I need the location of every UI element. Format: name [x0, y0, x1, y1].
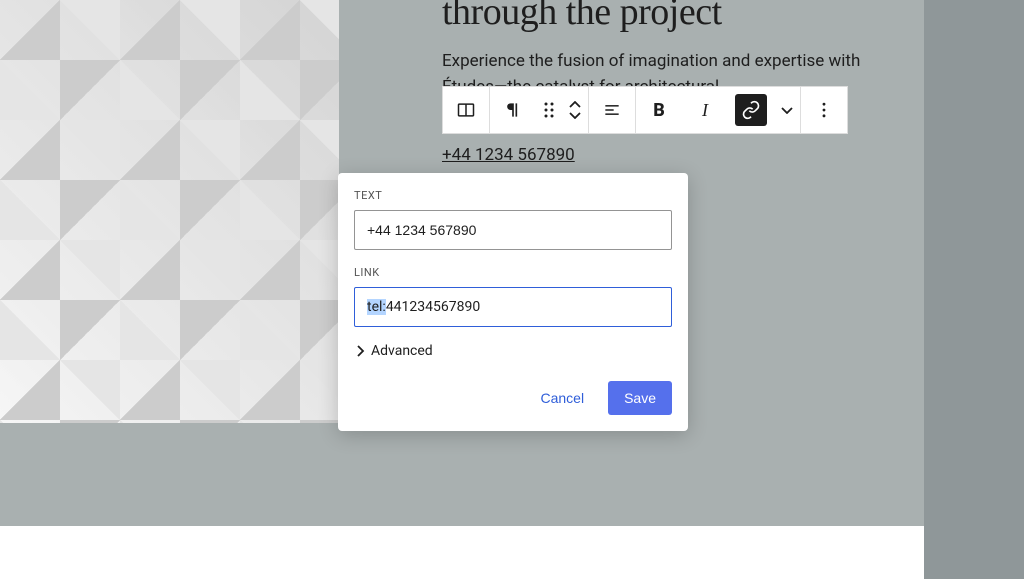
more-icon: [814, 100, 834, 120]
link-input-rest: 441234567890: [386, 299, 480, 315]
link-button[interactable]: [735, 94, 767, 126]
italic-button[interactable]: I: [682, 87, 728, 133]
page-white-bottom: [0, 526, 924, 579]
link-input[interactable]: tel:441234567890: [354, 287, 672, 327]
more-formatting-button[interactable]: [774, 87, 800, 133]
cancel-button[interactable]: Cancel: [526, 381, 598, 415]
chevron-right-icon: [356, 345, 365, 357]
phone-link[interactable]: +44 1234 567890: [442, 145, 575, 165]
bold-icon: B: [653, 100, 665, 121]
advanced-label: Advanced: [371, 343, 433, 359]
paragraph-icon: [503, 100, 523, 120]
column-button[interactable]: [443, 87, 489, 133]
popover-buttons: Cancel Save: [354, 381, 672, 415]
advanced-toggle[interactable]: Advanced: [356, 343, 672, 359]
link-popover: TEXT LINK tel:441234567890 Advanced Canc…: [338, 173, 688, 431]
move-buttons[interactable]: [562, 87, 588, 133]
link-input-selection: tel:: [367, 299, 386, 315]
chevron-up-icon: [569, 101, 581, 109]
bold-button[interactable]: B: [636, 87, 682, 133]
text-input[interactable]: [354, 210, 672, 250]
italic-icon: I: [702, 100, 708, 121]
drag-handle-button[interactable]: [536, 87, 562, 133]
chevron-down-icon: [569, 111, 581, 119]
save-button[interactable]: Save: [608, 381, 672, 415]
align-button[interactable]: [589, 87, 635, 133]
link-icon: [741, 100, 761, 120]
link-field-label: LINK: [354, 266, 672, 279]
more-options-button[interactable]: [801, 87, 847, 133]
text-field-label: TEXT: [354, 189, 672, 202]
page-heading: through the project: [442, 0, 722, 34]
paragraph-button[interactable]: [490, 87, 536, 133]
chevron-down-icon: [781, 106, 793, 114]
column-icon: [456, 100, 476, 120]
hero-image: [0, 0, 339, 423]
drag-handle-icon: [542, 101, 556, 119]
align-left-icon: [602, 100, 622, 120]
right-background-strip: [924, 0, 1024, 579]
block-toolbar: B I: [442, 86, 848, 134]
